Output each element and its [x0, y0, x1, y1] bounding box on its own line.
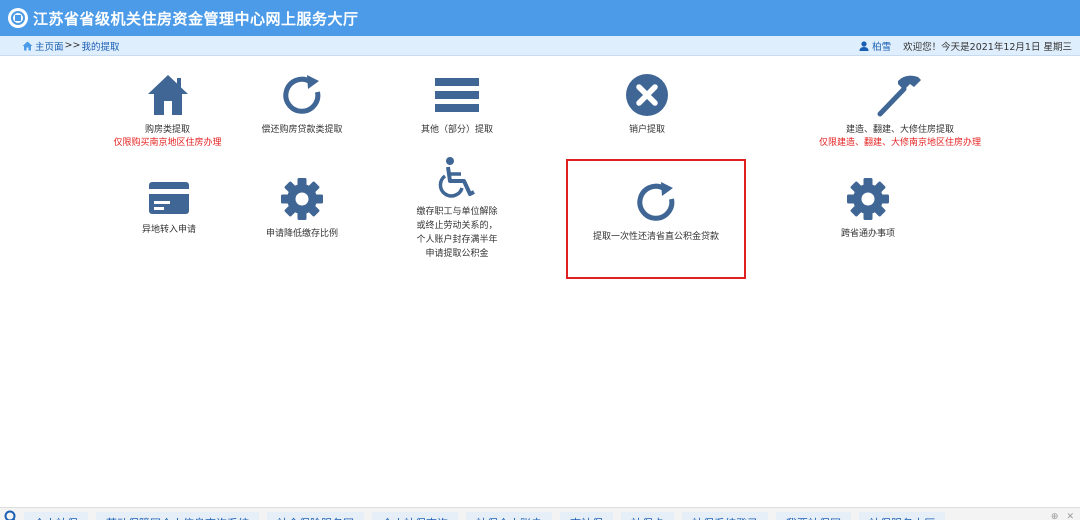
tile-label: 购房类提取	[144, 125, 190, 135]
tile-remote-transfer-in[interactable]: 异地转入申请	[110, 179, 228, 237]
breadcrumb-current-link[interactable]: 我的提取	[81, 39, 119, 53]
taskbar-tab[interactable]: 社保系统登录	[682, 512, 768, 520]
tile-label: 跨省通办事项	[840, 229, 895, 239]
taskbar-tab[interactable]: 社保服务大厅	[859, 512, 945, 520]
tile-label: 异地转入申请	[141, 225, 196, 235]
menu-icon	[435, 78, 479, 112]
tile-label: 建造、翻建、大修住房提取	[845, 125, 954, 135]
taskbar-tab[interactable]: 查社保	[560, 512, 613, 520]
breadcrumb-separator: >>	[64, 40, 81, 51]
gear-icon	[281, 178, 323, 220]
gear-icon	[847, 178, 889, 220]
tile-label: 其他（部分）提取	[420, 125, 493, 135]
tile-note: 仅限建造、翻建、大修南京地区住房办理	[818, 138, 981, 148]
breadcrumb: 主页面 >> 我的提取	[0, 39, 119, 53]
close-circle-icon	[626, 74, 668, 116]
tile-build-renovate[interactable]: 建造、翻建、大修住房提取 仅限建造、翻建、大修南京地区住房办理	[800, 73, 1000, 149]
taskbar-tab[interactable]: 个人社保	[24, 512, 88, 520]
tile-label: 销户提取	[628, 125, 665, 135]
taskbar-tab[interactable]: 社保卡	[621, 512, 674, 520]
withdrawal-menu: 购房类提取 仅限购买南京地区住房办理 偿还购房贷款类提取 其他（部分）提取 销户…	[0, 57, 1080, 507]
taskbar-controls: ⊕ ✕	[1051, 512, 1074, 520]
bottom-taskbar: 个人社保 劳动保障网个人信息查询系统 社会保险服务网 个人社保查询 社保个人账户…	[0, 507, 1080, 520]
refresh-icon	[283, 75, 321, 114]
tile-house-purchase[interactable]: 购房类提取 仅限购买南京地区住房办理	[100, 73, 235, 149]
tile-account-closure[interactable]: 销户提取	[587, 73, 707, 137]
taskbar-tab[interactable]: 社保个人账户	[466, 512, 552, 520]
settings-icon[interactable]: ⊕	[1051, 512, 1059, 520]
home-icon	[22, 41, 33, 50]
taskbar-tab[interactable]: 我要社保网	[776, 512, 851, 520]
tile-lower-contribution[interactable]: 申请降低缴存比例	[242, 177, 362, 241]
close-icon[interactable]: ✕	[1066, 512, 1074, 520]
tile-label: 申请降低缴存比例	[265, 229, 338, 239]
tile-label: 缴存职工与单位解除 或终止劳动关系的， 个人账户封存满半年 申请提取公积金	[416, 207, 498, 259]
greeting-text: 欢迎您！今天是2021年12月1日 星期三	[903, 42, 1072, 53]
taskbar-tab[interactable]: 个人社保查询	[372, 512, 458, 520]
app-title: 江苏省省级机关住房资金管理中心网上服务大厅	[33, 9, 359, 28]
tile-note: 仅限购买南京地区住房办理	[113, 138, 222, 148]
user-icon	[859, 41, 869, 51]
logo	[8, 8, 28, 28]
taskbar-tab[interactable]: 社会保险服务网	[267, 512, 364, 520]
hammer-icon	[877, 75, 921, 117]
nav-bar: 主页面 >> 我的提取 柏雪 欢迎您！今天是2021年12月1日 星期三	[0, 36, 1080, 56]
house-icon	[147, 75, 188, 115]
username-link[interactable]: 柏雪	[872, 39, 891, 53]
tile-employment-termination[interactable]: 缴存职工与单位解除 或终止劳动关系的， 个人账户封存满半年 申请提取公积金	[397, 157, 517, 261]
header-bar: 江苏省省级机关住房资金管理中心网上服务大厅	[0, 0, 1080, 36]
taskbar-tab[interactable]: 劳动保障网个人信息查询系统	[96, 512, 259, 520]
wheelchair-icon	[438, 157, 475, 198]
tile-loan-repayment[interactable]: 偿还购房贷款类提取	[242, 73, 362, 137]
search-icon[interactable]	[4, 510, 18, 520]
tile-other-partial[interactable]: 其他（部分）提取	[397, 73, 517, 137]
breadcrumb-home-link[interactable]: 主页面	[35, 39, 64, 53]
tile-label: 偿还购房贷款类提取	[261, 125, 343, 135]
card-icon	[149, 182, 189, 214]
highlight-box	[566, 159, 746, 279]
tile-cross-province[interactable]: 跨省通办事项	[808, 177, 928, 241]
user-info: 柏雪 欢迎您！今天是2021年12月1日 星期三	[859, 36, 1072, 56]
